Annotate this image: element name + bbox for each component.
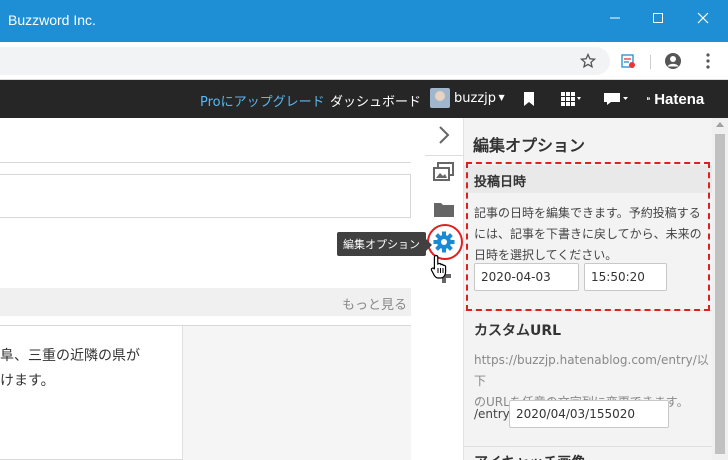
tooltip: 編集オプション <box>337 232 432 256</box>
minimize-icon <box>610 17 620 19</box>
content-side-panel <box>182 326 411 460</box>
avatar[interactable] <box>430 88 450 108</box>
collapse-chevron-icon[interactable] <box>432 123 456 147</box>
hatena-global-bar: Proにアップグレード ダッシュボード buzzjp ▼ ⁍ Hatena <box>0 80 728 118</box>
editor-content[interactable]: 阜、三重の近隣の県が けます。 <box>0 325 411 460</box>
custom-url-prefix: /entry/ <box>474 407 514 421</box>
editor-area: もっと見る 阜、三重の近隣の県が けます。 <box>0 118 425 460</box>
description-line: https://buzzjp.hatenablog.com/entry/以下 <box>474 353 709 388</box>
options-heading: 編集オプション <box>473 136 586 155</box>
hatena-logo[interactable]: ⁍ Hatena <box>646 91 704 108</box>
custom-url-input[interactable]: 2020/04/03/155020 <box>509 400 669 428</box>
maximize-button[interactable] <box>643 6 673 30</box>
browser-menu-icon[interactable] <box>698 51 718 71</box>
options-scrollbar[interactable] <box>712 118 728 460</box>
profile-icon[interactable] <box>663 51 683 71</box>
eyecatch-section-title: アイキャッチ画像 <box>464 450 713 460</box>
body-text-line: 阜、三重の近隣の県が <box>0 348 140 364</box>
folder-icon[interactable] <box>432 197 456 221</box>
toolbar-divider <box>650 55 651 69</box>
post-date-highlight-box <box>466 162 710 311</box>
address-field[interactable] <box>0 47 610 75</box>
custom-url-section-title: カスタムURL <box>474 323 562 339</box>
close-icon <box>697 12 709 24</box>
username-menu[interactable]: buzzjp ▼ <box>454 91 505 106</box>
more-link[interactable]: もっと見る <box>342 294 407 313</box>
bookmark-icon[interactable] <box>523 91 535 111</box>
upgrade-link[interactable]: Proにアップグレード <box>200 91 325 110</box>
minimize-button[interactable] <box>600 6 630 30</box>
scroll-up-arrow-icon[interactable] <box>716 122 724 127</box>
window-titlebar: Buzzword Inc. <box>0 0 728 42</box>
bookmark-star-icon[interactable] <box>578 51 598 71</box>
rail-divider <box>425 155 463 156</box>
chevron-down-icon: ▼ <box>496 93 505 102</box>
browser-toolbar <box>0 42 728 80</box>
close-button[interactable] <box>688 6 718 30</box>
body-text: 阜、三重の近隣の県が けます。 <box>0 344 140 394</box>
section-divider <box>464 446 713 447</box>
hatena-mark-icon: ⁍ <box>646 94 655 105</box>
photo-upload-icon[interactable] <box>432 160 456 184</box>
username-label: buzzjp <box>454 91 497 106</box>
hand-cursor-icon <box>430 254 450 284</box>
scrollbar-thumb[interactable] <box>715 134 725 454</box>
comment-icon[interactable] <box>603 91 631 111</box>
extension-icon[interactable] <box>618 51 638 71</box>
body-text-line: けます。 <box>0 373 55 389</box>
editor-input-field[interactable] <box>0 174 411 218</box>
maximize-icon <box>653 13 663 23</box>
apps-grid-icon[interactable] <box>560 91 582 111</box>
sidebar-icon-rail <box>425 118 463 460</box>
hatena-logo-text: Hatena <box>654 91 705 108</box>
title-divider <box>0 162 411 163</box>
window-title: Buzzword Inc. <box>8 12 96 28</box>
dashboard-link[interactable]: ダッシュボード <box>330 91 421 110</box>
